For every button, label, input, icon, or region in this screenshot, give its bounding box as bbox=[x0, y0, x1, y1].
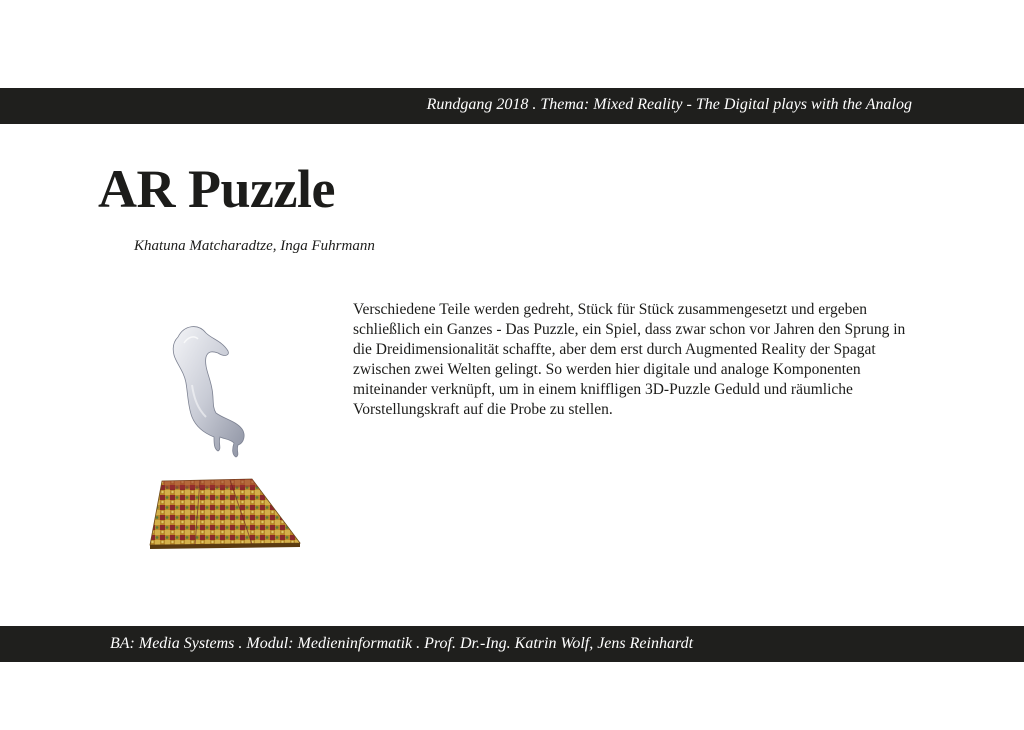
ar-puzzle-image bbox=[149, 326, 301, 549]
project-description: Verschiedene Teile werden gedreht, Stück… bbox=[353, 301, 906, 418]
footer-bar: BA: Media Systems . Modul: Medieninforma… bbox=[0, 626, 1024, 662]
horse-figure bbox=[172, 326, 245, 458]
puzzle-rug bbox=[149, 478, 301, 549]
header-text: Rundgang 2018 . Thema: Mixed Reality - T… bbox=[426, 96, 912, 113]
footer-text: BA: Media Systems . Modul: Medieninforma… bbox=[110, 635, 694, 652]
page-title: AR Puzzle bbox=[98, 159, 335, 219]
authors: Khatuna Matcharadtze, Inga Fuhrmann bbox=[134, 238, 375, 254]
header-bar: Rundgang 2018 . Thema: Mixed Reality - T… bbox=[0, 88, 1024, 124]
